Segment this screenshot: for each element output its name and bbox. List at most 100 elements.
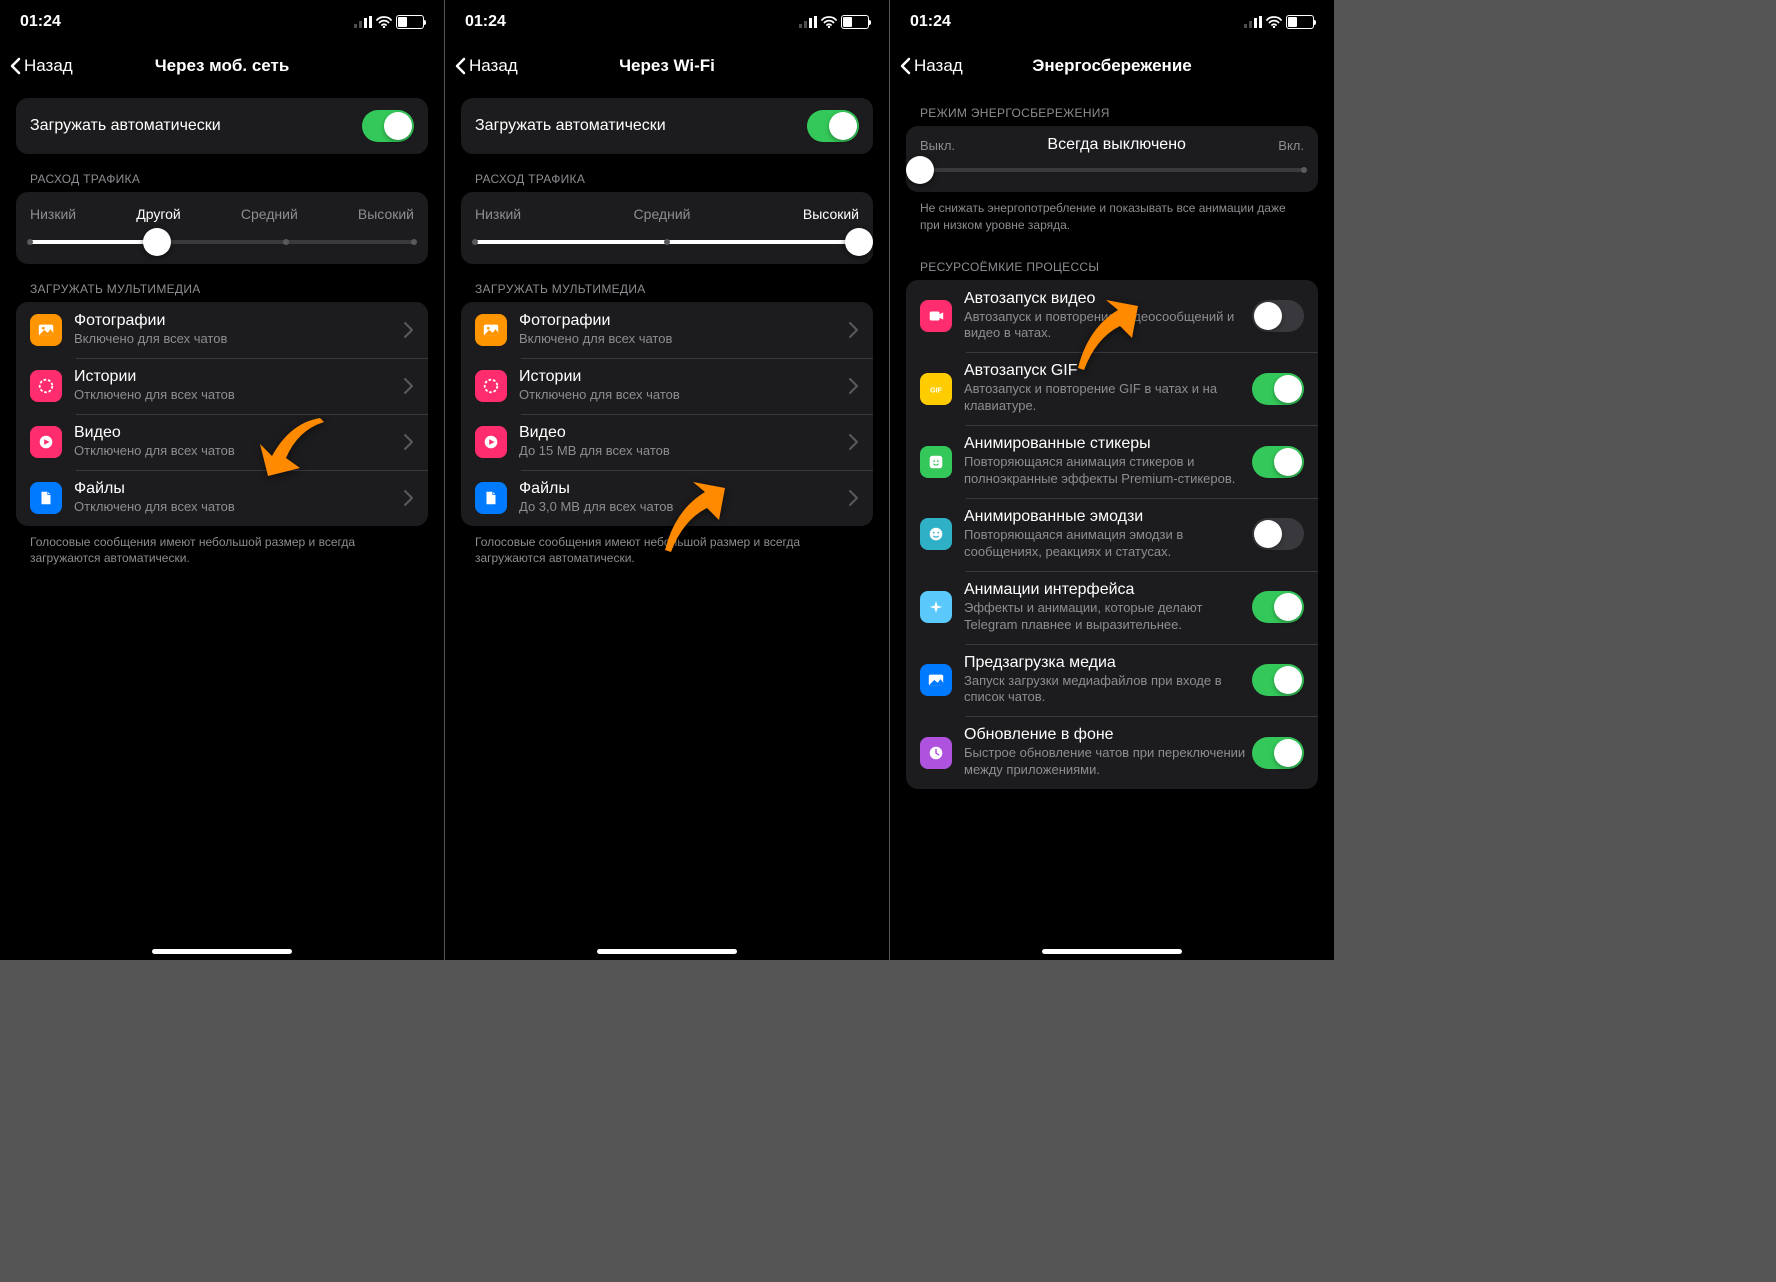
auto-download-toggle[interactable] [807,110,859,142]
chevron-right-icon [845,321,859,339]
row-video[interactable]: ВидеоОтключено для всех чатов [16,414,428,470]
photo-icon [475,314,507,346]
row-preload-media[interactable]: Предзагрузка медиаЗапуск загрузки медиаф… [906,644,1318,717]
battery-icon: 38 [841,15,869,29]
file-icon [30,482,62,514]
row-interface-animations[interactable]: Анимации интерфейсаЭффекты и анимации, к… [906,571,1318,644]
slider-label-high: Высокий [358,206,414,222]
wifi-icon [821,16,837,28]
emoji-icon [920,518,952,550]
stories-icon [475,370,507,402]
auto-download-toggle[interactable] [362,110,414,142]
chevron-right-icon [845,377,859,395]
traffic-slider[interactable]: Низкий Средний Высокий [461,192,873,264]
auto-download-label: Загружать автоматически [30,117,362,135]
signal-icon [799,16,817,28]
battery-icon: 38 [1286,15,1314,29]
power-slider-thumb[interactable] [906,156,934,184]
slider-thumb[interactable] [143,228,171,256]
status-time: 01:24 [465,13,506,31]
row-photos[interactable]: ФотографииВключено для всех чатов [16,302,428,358]
row-autoplay-video[interactable]: Автозапуск видеоАвтозапуск и повторение … [906,280,1318,353]
home-indicator[interactable] [597,949,737,954]
status-bar: 01:24 38 [0,0,444,44]
slider-thumb[interactable] [845,228,873,256]
animated-emoji-toggle[interactable] [1252,518,1304,550]
row-files[interactable]: ФайлыДо 3,0 MB для всех чатов [461,470,873,526]
row-animated-emoji[interactable]: Анимированные эмодзиПовторяющаяся анимац… [906,498,1318,571]
row-animated-stickers[interactable]: Анимированные стикерыПовторяющаяся анима… [906,425,1318,498]
back-label: Назад [914,56,963,76]
chevron-right-icon [400,433,414,451]
svg-text:GIF: GIF [930,385,943,394]
sticker-icon [920,446,952,478]
video-icon [30,426,62,458]
gif-icon: GIF [920,373,952,405]
chevron-right-icon [400,377,414,395]
power-state-label: Всегда выключено [1047,136,1186,154]
back-label: Назад [469,56,518,76]
mode-footer: Не снижать энергопотребление и показыват… [906,192,1318,242]
traffic-header: РАСХОД ТРАФИКА [16,154,428,192]
status-time: 01:24 [910,13,951,31]
background-refresh-toggle[interactable] [1252,737,1304,769]
traffic-slider[interactable]: Низкий Другой Средний Высокий [16,192,428,264]
chevron-right-icon [845,489,859,507]
screen-power: 01:24 38 Назад Энергосбережение РЕЖИМ ЭН… [890,0,1334,960]
nav-bar: Назад Через Wi-Fi [445,44,889,88]
back-button[interactable]: Назад [8,56,73,76]
row-stories[interactable]: ИсторииОтключено для всех чатов [16,358,428,414]
animated-stickers-toggle[interactable] [1252,446,1304,478]
preload-media-toggle[interactable] [1252,664,1304,696]
auto-download-row[interactable]: Загружать автоматически [16,98,428,154]
status-time: 01:24 [20,13,61,31]
row-stories[interactable]: ИсторииОтключено для всех чатов [461,358,873,414]
status-bar: 01:24 38 [445,0,889,44]
traffic-header: РАСХОД ТРАФИКА [461,154,873,192]
media-header: ЗАГРУЖАТЬ МУЛЬТИМЕДИА [461,264,873,302]
sparkle-icon [920,591,952,623]
home-indicator[interactable] [152,949,292,954]
back-label: Назад [24,56,73,76]
media-footer: Голосовые сообщения имеют небольшой разм… [461,526,873,576]
status-bar: 01:24 38 [890,0,1334,44]
row-photos[interactable]: ФотографииВключено для всех чатов [461,302,873,358]
row-video[interactable]: ВидеоДо 15 MB для всех чатов [461,414,873,470]
clock-icon [920,737,952,769]
slider-label-other: Другой [136,206,181,222]
slider-label-medium: Средний [634,206,691,222]
back-button[interactable]: Назад [898,56,963,76]
row-background-refresh[interactable]: Обновление в фонеБыстрое обновление чато… [906,716,1318,789]
file-icon [475,482,507,514]
row-files[interactable]: ФайлыОтключено для всех чатов [16,470,428,526]
interface-animations-toggle[interactable] [1252,591,1304,623]
preload-icon [920,664,952,696]
chevron-right-icon [400,321,414,339]
auto-download-label: Загружать автоматически [475,117,807,135]
home-indicator[interactable] [1042,949,1182,954]
autoplay-gif-toggle[interactable] [1252,373,1304,405]
nav-bar: Назад Энергосбережение [890,44,1334,88]
chevron-right-icon [845,433,859,451]
slider-label-medium: Средний [241,206,298,222]
back-button[interactable]: Назад [453,56,518,76]
auto-download-row[interactable]: Загружать автоматически [461,98,873,154]
video-icon [920,300,952,332]
proc-header: РЕСУРСОЁМКИЕ ПРОЦЕССЫ [906,242,1318,280]
screen-cellular: 01:24 38 Назад Через моб. сеть Загружать… [0,0,444,960]
slider-label-low: Низкий [30,206,76,222]
screen-wifi: 01:24 38 Назад Через Wi-Fi Загружать авт… [445,0,889,960]
power-on-label: Вкл. [1278,138,1304,153]
autoplay-video-toggle[interactable] [1252,300,1304,332]
power-slider[interactable]: Выкл. Всегда выключено Вкл. [906,126,1318,192]
media-header: ЗАГРУЖАТЬ МУЛЬТИМЕДИА [16,264,428,302]
battery-icon: 38 [396,15,424,29]
slider-label-high: Высокий [803,206,859,222]
signal-icon [354,16,372,28]
row-autoplay-gif[interactable]: GIF Автозапуск GIFАвтозапуск и повторени… [906,352,1318,425]
wifi-icon [376,16,392,28]
stories-icon [30,370,62,402]
photo-icon [30,314,62,346]
video-icon [475,426,507,458]
chevron-right-icon [400,489,414,507]
